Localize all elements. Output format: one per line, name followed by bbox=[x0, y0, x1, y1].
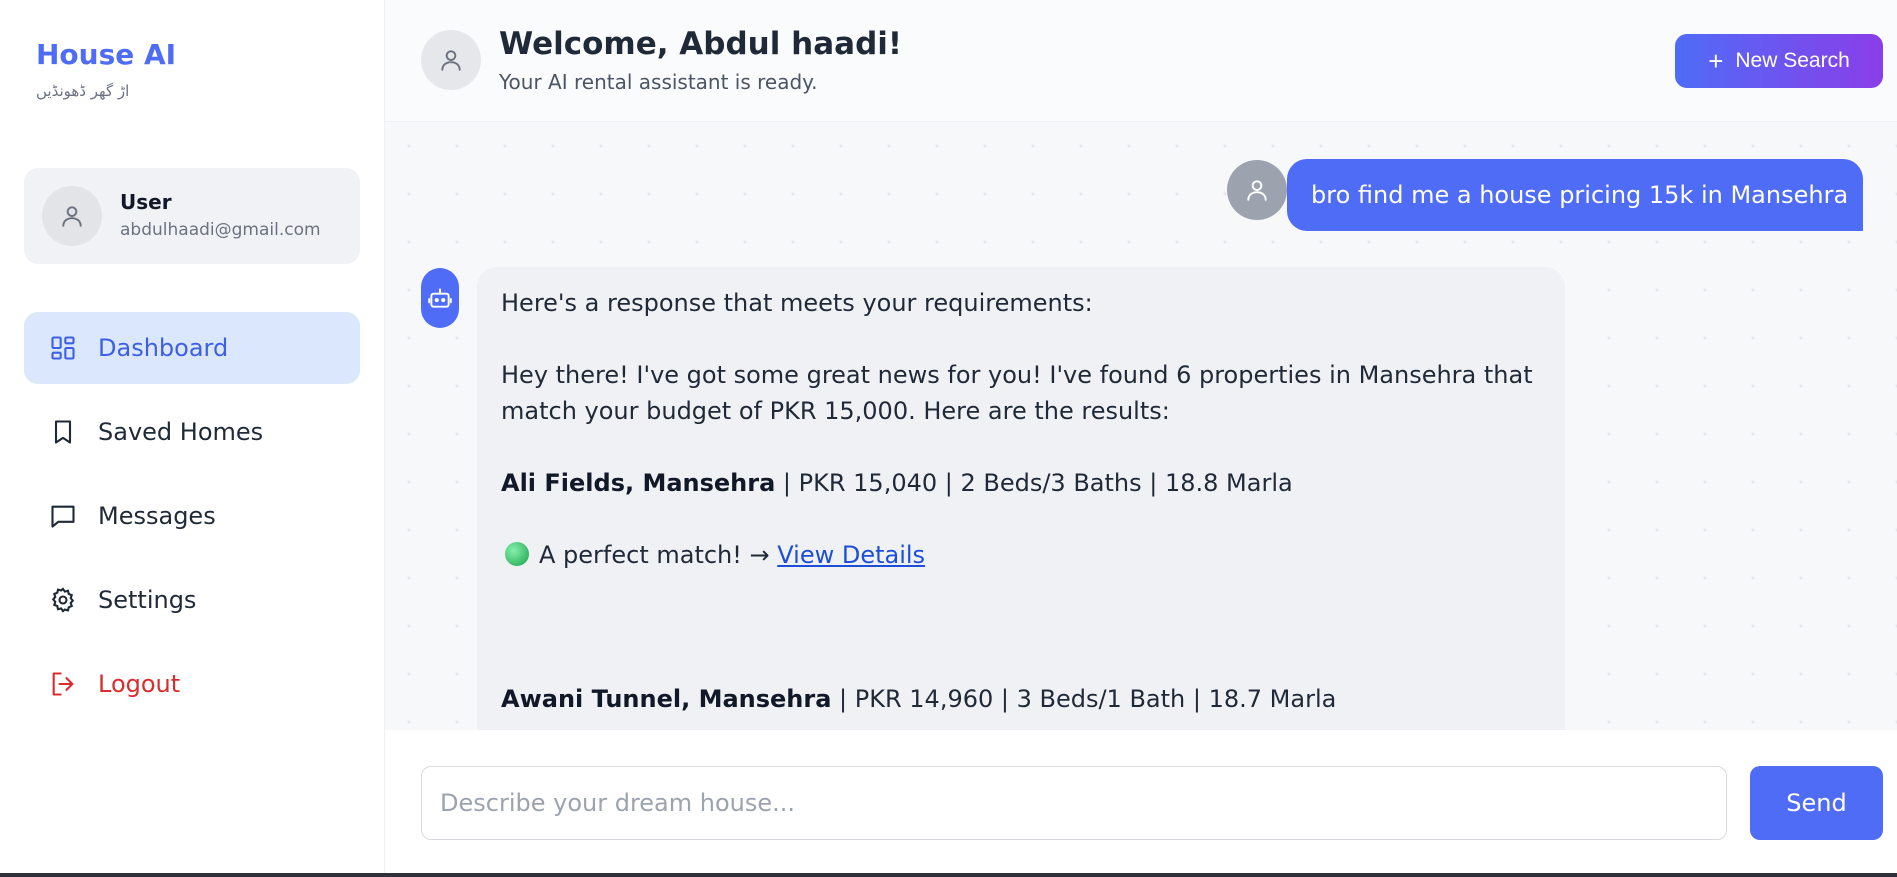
user-name: User bbox=[120, 190, 172, 214]
listing-note-text: A perfect match! → bbox=[539, 541, 770, 569]
listing-item: Awani Tunnel, Mansehra | PKR 14,960 | 3 … bbox=[501, 681, 1541, 717]
user-message-bubble: bro find me a house pricing 15k in Manse… bbox=[1287, 159, 1863, 231]
nav-logout[interactable]: Logout bbox=[24, 648, 360, 720]
listing-name: Awani Tunnel, Mansehra bbox=[501, 685, 832, 713]
new-search-label: New Search bbox=[1735, 49, 1850, 72]
send-button[interactable]: Send bbox=[1750, 766, 1883, 840]
nav-logout-label: Logout bbox=[98, 670, 181, 698]
user-card[interactable]: User abdulhaadi@gmail.com bbox=[24, 168, 360, 264]
user-message-avatar-icon bbox=[1227, 160, 1287, 220]
user-email: abdulhaadi@gmail.com bbox=[120, 220, 321, 240]
nav-settings[interactable]: Settings bbox=[24, 564, 360, 636]
message-input[interactable] bbox=[421, 766, 1727, 840]
nav-saved-homes-label: Saved Homes bbox=[98, 418, 264, 446]
nav-dashboard[interactable]: Dashboard bbox=[24, 312, 360, 384]
brand-logo[interactable]: House AI bbox=[36, 38, 176, 71]
nav-dashboard-label: Dashboard bbox=[98, 334, 229, 362]
bot-message-bubble: Here's a response that meets your requir… bbox=[477, 267, 1565, 730]
green-circle-icon bbox=[505, 542, 529, 566]
chat-header: Welcome, Abdul haadi! Your AI rental ass… bbox=[385, 0, 1897, 122]
window-bottom-edge bbox=[0, 873, 1897, 877]
message-icon bbox=[48, 501, 78, 531]
bot-intro: Here's a response that meets your requir… bbox=[501, 289, 1093, 317]
page-subtitle: Your AI rental assistant is ready. bbox=[499, 70, 818, 94]
listing-name: Ali Fields, Mansehra bbox=[501, 469, 776, 497]
plus-icon: + bbox=[1708, 46, 1724, 76]
logout-icon bbox=[48, 669, 78, 699]
listing-details: | PKR 14,960 | 3 Beds/1 Bath | 18.7 Marl… bbox=[831, 685, 1337, 713]
page-title: Welcome, Abdul haadi! bbox=[499, 26, 903, 62]
listing-details: | PKR 15,040 | 2 Beds/3 Baths | 18.8 Mar… bbox=[775, 469, 1293, 497]
listing-note: A perfect match! → View Details bbox=[501, 537, 1541, 573]
dashboard-icon bbox=[48, 333, 78, 363]
view-details-link[interactable]: View Details bbox=[777, 541, 925, 569]
gear-icon bbox=[48, 585, 78, 615]
chat-area[interactable]: bro find me a house pricing 15k in Manse… bbox=[385, 122, 1897, 730]
header-avatar-icon bbox=[421, 30, 481, 90]
new-search-button[interactable]: + New Search bbox=[1675, 34, 1883, 88]
sidebar: House AI اڑ گھر ڈھونڈیں User abdulhaadi@… bbox=[0, 0, 385, 873]
bot-summary: Hey there! I've got some great news for … bbox=[501, 361, 1533, 425]
brand-tagline: اڑ گھر ڈھونڈیں bbox=[36, 82, 130, 100]
nav-messages-label: Messages bbox=[98, 502, 216, 530]
bookmark-icon bbox=[48, 417, 78, 447]
nav-messages[interactable]: Messages bbox=[24, 480, 360, 552]
nav-settings-label: Settings bbox=[98, 586, 197, 614]
user-avatar-icon bbox=[42, 186, 102, 246]
nav-saved-homes[interactable]: Saved Homes bbox=[24, 396, 360, 468]
bot-avatar-icon bbox=[421, 268, 459, 328]
listing-item: Ali Fields, Mansehra | PKR 15,040 | 2 Be… bbox=[501, 465, 1541, 501]
message-composer: Send bbox=[385, 730, 1897, 873]
